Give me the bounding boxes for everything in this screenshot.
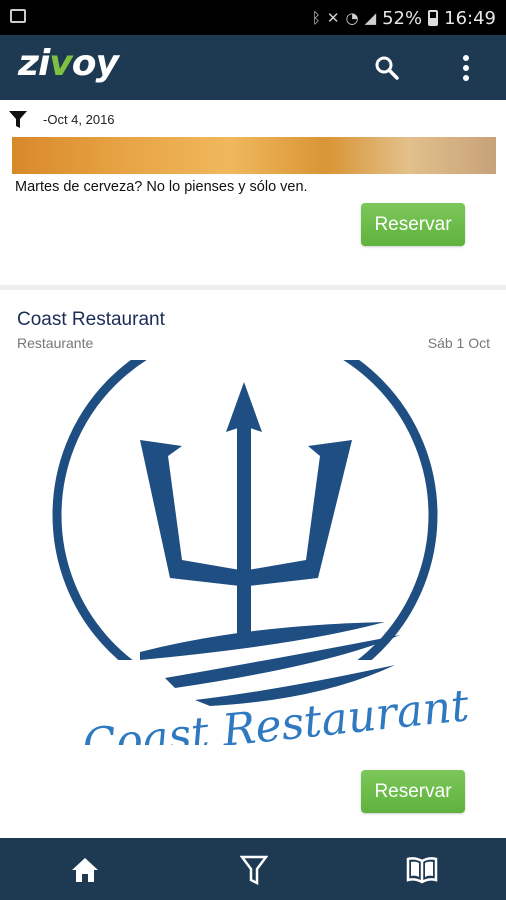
reserve-button[interactable]: Reservar [361, 770, 465, 813]
app-logo[interactable]: zivoy [18, 43, 119, 84]
reserve-button[interactable]: Reservar [361, 203, 465, 246]
event-image[interactable] [12, 137, 496, 174]
venue-title[interactable]: Coast Restaurant [17, 309, 165, 331]
status-bar: ᛒ ✕ ◔ ◢ 52% 16:49 [0, 0, 506, 35]
event-description: Martes de cerveza? No lo pienses y sólo … [15, 179, 308, 195]
clock: 16:49 [444, 7, 496, 29]
nav-filter[interactable] [236, 852, 272, 888]
filter-date: -Oct 4, 2016 [43, 112, 115, 127]
logo-part1: zi [18, 43, 50, 84]
venue-date: Sáb 1 Oct [427, 335, 490, 351]
bottom-nav [0, 838, 506, 900]
filter-icon[interactable] [9, 111, 27, 129]
nav-catalog[interactable] [404, 852, 440, 888]
more-vert-icon[interactable] [456, 53, 476, 83]
logo-part3: oy [71, 43, 119, 84]
book-icon [406, 857, 438, 884]
reserve-label: Reservar [374, 213, 452, 235]
wifi-icon: ◔ [345, 9, 359, 27]
logo-part2: v [49, 43, 72, 84]
app-bar: zivoy [0, 35, 506, 100]
battery-percent: 52% [382, 7, 423, 29]
search-icon[interactable] [374, 55, 400, 81]
bluetooth-icon: ᛒ [311, 9, 321, 27]
filter-icon [240, 855, 268, 885]
home-icon [72, 858, 98, 882]
divider [0, 285, 506, 290]
battery-icon [428, 10, 439, 26]
screenshot-icon [10, 9, 26, 23]
venue-category: Restaurante [17, 335, 94, 351]
nav-home[interactable] [67, 852, 103, 888]
reserve-label: Reservar [374, 780, 452, 802]
signal-icon: ◢ [364, 9, 377, 27]
status-icons: ᛒ ✕ ◔ ◢ 52% 16:49 [312, 6, 496, 30]
venue-logo-image[interactable]: Coast Restaurant [0, 360, 506, 745]
trident-logo: Coast Restaurant [0, 360, 506, 745]
mute-icon: ✕ [326, 9, 340, 27]
filter-row: -Oct 4, 2016 [0, 100, 506, 136]
